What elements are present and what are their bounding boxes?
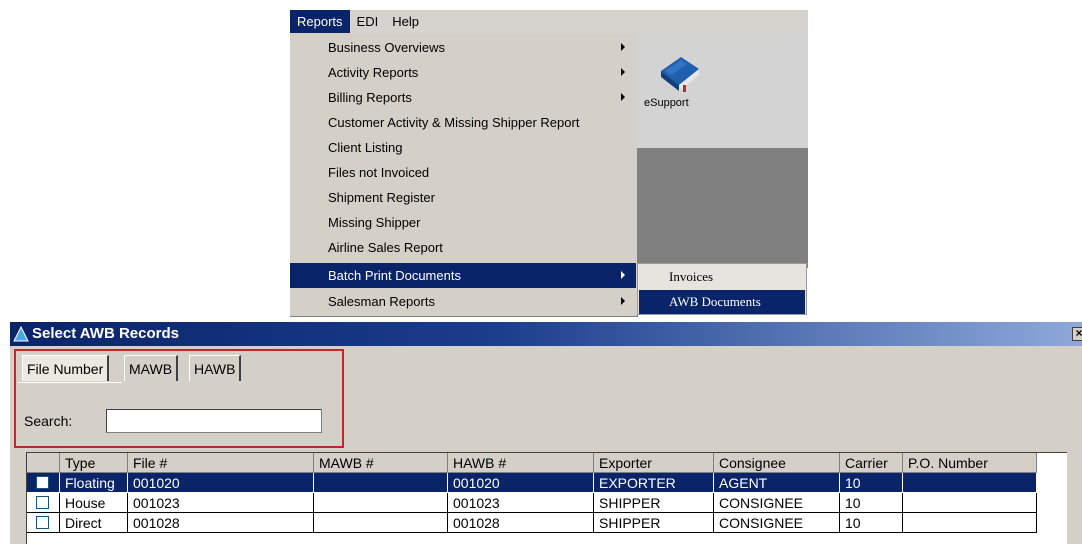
cell-exporter: SHIPPER xyxy=(594,513,714,533)
search-label: Search: xyxy=(24,413,73,429)
row-checkbox[interactable] xyxy=(36,476,49,489)
menu-item-client-listing[interactable]: Client Listing xyxy=(290,135,636,160)
submenu-arrow-icon xyxy=(621,43,625,51)
menu-item-customer-activity[interactable]: Customer Activity & Missing Shipper Repo… xyxy=(290,110,636,135)
menu-item-label: Customer Activity & Missing Shipper Repo… xyxy=(328,115,580,130)
cell-file: 001023 xyxy=(128,493,314,513)
menu-item-billing-reports[interactable]: Billing Reports xyxy=(290,85,636,110)
menu-item-salesman-reports[interactable]: Salesman Reports xyxy=(290,289,636,314)
menu-help[interactable]: Help xyxy=(385,10,426,33)
column-header-mawb[interactable]: MAWB # xyxy=(314,453,448,473)
submenu-item-label: AWB Documents xyxy=(669,294,761,309)
menu-item-label: Shipment Register xyxy=(328,190,435,205)
menu-item-label: Files not Invoiced xyxy=(328,165,430,180)
cell-carrier: 10 xyxy=(840,493,903,513)
cell-consignee: AGENT xyxy=(714,473,840,493)
submenu-item-awb-documents[interactable]: AWB Documents xyxy=(639,290,805,314)
menu-bar: Reports EDI Help xyxy=(290,10,808,34)
cell-file: 001028 xyxy=(128,513,314,533)
dialog-titlebar[interactable]: Select AWB Records × xyxy=(10,322,1082,346)
menu-item-business-overviews[interactable]: Business Overviews xyxy=(290,35,636,60)
menu-item-batch-print-documents[interactable]: Batch Print Documents xyxy=(290,263,636,288)
cell-type: Direct xyxy=(60,513,128,533)
row-select-cell[interactable] xyxy=(27,493,60,513)
cell-type: Floating xyxy=(60,473,128,493)
row-checkbox[interactable] xyxy=(36,516,49,529)
menu-item-label: Batch Print Documents xyxy=(328,268,461,283)
submenu-arrow-icon xyxy=(621,271,625,279)
esupport-label[interactable]: eSupport xyxy=(644,97,689,109)
row-checkbox[interactable] xyxy=(36,496,49,509)
submenu-arrow-icon xyxy=(621,93,625,101)
cell-hawb: 001028 xyxy=(448,513,594,533)
row-select-cell[interactable] xyxy=(27,473,60,493)
column-header-carrier[interactable]: Carrier xyxy=(840,453,903,473)
batch-print-submenu: Invoices AWB Documents xyxy=(637,263,807,315)
menu-item-label: Missing Shipper xyxy=(328,215,421,230)
tab-file-number[interactable]: File Number xyxy=(22,355,110,381)
row-select-cell[interactable] xyxy=(27,513,60,533)
column-header-po-number[interactable]: P.O. Number xyxy=(903,453,1037,473)
submenu-item-invoices[interactable]: Invoices xyxy=(639,265,805,289)
cell-mawb xyxy=(314,513,448,533)
menu-item-label: Activity Reports xyxy=(328,65,419,80)
cell-carrier: 10 xyxy=(840,473,903,493)
select-awb-records-dialog: Select AWB Records × File Number MAWB HA… xyxy=(10,322,1082,544)
tab-underline xyxy=(18,382,122,383)
awb-records-grid: Type File # MAWB # HAWB # Exporter Consi… xyxy=(26,452,1067,544)
menu-item-label: Airline Sales Report xyxy=(328,240,443,255)
cell-file: 001020 xyxy=(128,473,314,493)
cell-consignee: CONSIGNEE xyxy=(714,493,840,513)
app-triangle-icon xyxy=(13,325,29,345)
cell-hawb: 001023 xyxy=(448,493,594,513)
menu-item-label: Billing Reports xyxy=(328,90,412,105)
cell-type: House xyxy=(60,493,128,513)
close-button[interactable]: × xyxy=(1072,327,1082,341)
menu-item-airline-sales-report[interactable]: Airline Sales Report xyxy=(290,235,636,260)
column-header-select[interactable] xyxy=(27,453,60,473)
menu-item-label: Client Listing xyxy=(328,140,403,155)
menu-item-label: Salesman Reports xyxy=(328,294,435,309)
book-icon[interactable] xyxy=(657,51,703,98)
cell-consignee: CONSIGNEE xyxy=(714,513,840,533)
menu-item-files-not-invoiced[interactable]: Files not Invoiced xyxy=(290,160,636,185)
cell-mawb xyxy=(314,473,448,493)
cell-carrier: 10 xyxy=(840,513,903,533)
menu-item-missing-shipper[interactable]: Missing Shipper xyxy=(290,210,636,235)
search-input[interactable] xyxy=(106,409,322,433)
app-panel-background xyxy=(637,148,808,268)
menu-item-activity-reports[interactable]: Activity Reports xyxy=(290,60,636,85)
cell-hawb: 001020 xyxy=(448,473,594,493)
menu-item-shipment-register[interactable]: Shipment Register xyxy=(290,185,636,210)
cell-po-number xyxy=(903,493,1037,513)
submenu-item-label: Invoices xyxy=(669,269,714,284)
column-header-type[interactable]: Type xyxy=(60,453,128,473)
app-icon-panel: eSupport xyxy=(637,33,808,148)
cell-exporter: SHIPPER xyxy=(594,493,714,513)
submenu-arrow-icon xyxy=(621,68,625,76)
dialog-title: Select AWB Records xyxy=(32,325,179,342)
reports-dropdown: Business Overviews Activity Reports Bill… xyxy=(290,33,638,317)
cell-po-number xyxy=(903,473,1037,493)
column-header-hawb[interactable]: HAWB # xyxy=(448,453,594,473)
menu-item-label: Business Overviews xyxy=(328,40,446,55)
column-header-consignee[interactable]: Consignee xyxy=(714,453,840,473)
tab-mawb[interactable]: MAWB xyxy=(124,355,179,381)
menu-reports[interactable]: Reports xyxy=(290,10,350,33)
cell-exporter: EXPORTER xyxy=(594,473,714,493)
tab-hawb[interactable]: HAWB xyxy=(189,355,242,381)
column-header-file[interactable]: File # xyxy=(128,453,314,473)
menu-edi[interactable]: EDI xyxy=(350,10,386,33)
submenu-arrow-icon xyxy=(621,297,625,305)
cell-po-number xyxy=(903,513,1037,533)
column-header-exporter[interactable]: Exporter xyxy=(594,453,714,473)
cell-mawb xyxy=(314,493,448,513)
